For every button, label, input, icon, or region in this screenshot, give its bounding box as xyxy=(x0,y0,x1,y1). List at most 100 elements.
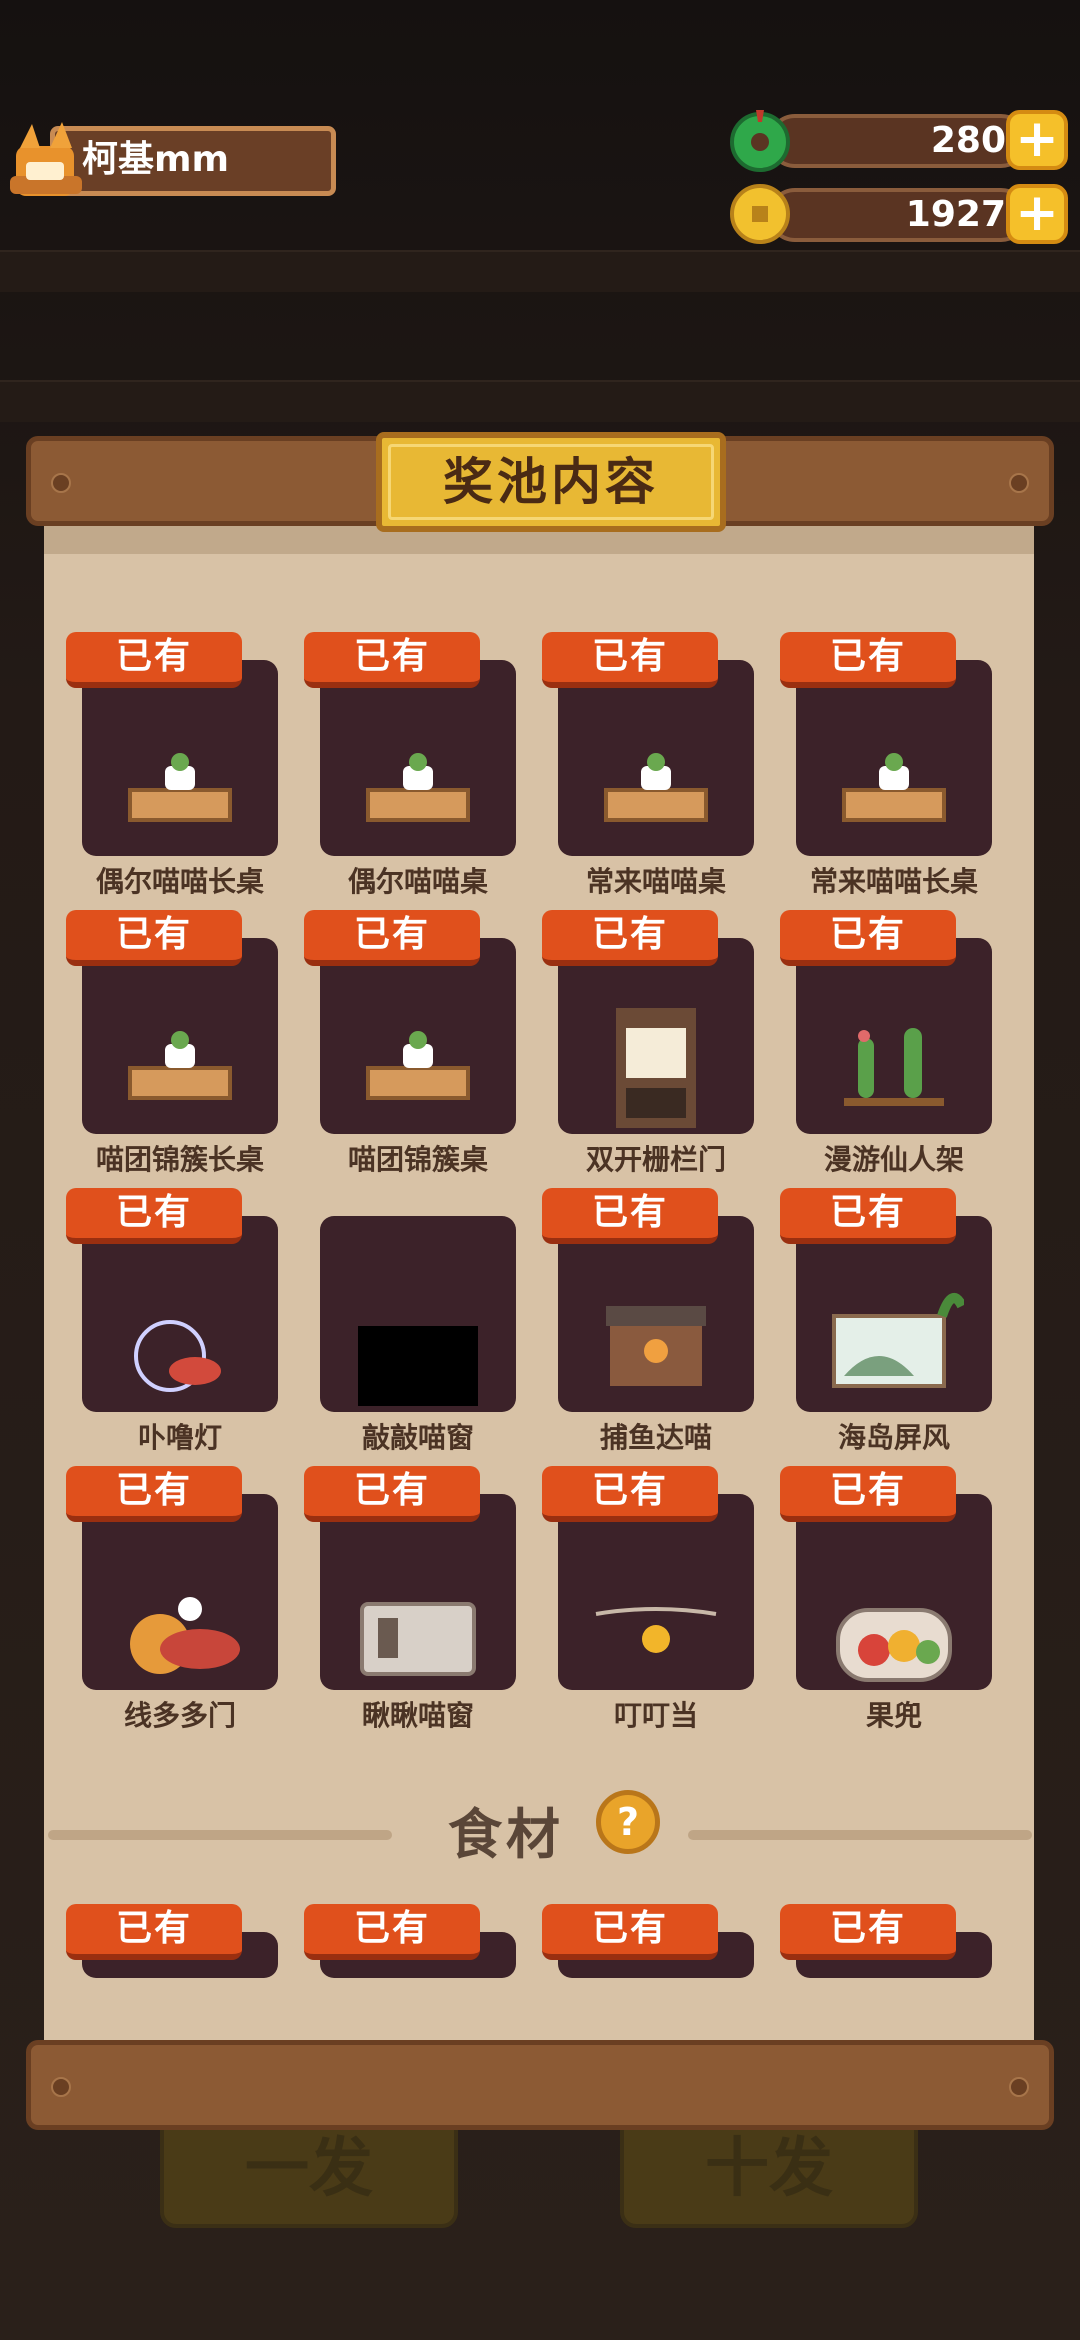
door-icon xyxy=(616,1008,696,1128)
screen-icon xyxy=(832,1293,964,1388)
coin-amount: 1927 xyxy=(905,194,1006,235)
table-icon xyxy=(366,1031,470,1100)
divider-right xyxy=(688,1830,1032,1840)
item-label: 漫游仙人架 xyxy=(823,1143,964,1176)
prize-item[interactable]: 已有喵团锦簇长桌 xyxy=(66,910,278,1176)
item-label: 常来喵喵桌 xyxy=(585,865,726,898)
owned-tag: 已有 xyxy=(304,910,480,966)
item-label: 海岛屏风 xyxy=(837,1421,950,1454)
item-frame xyxy=(558,1216,754,1412)
table-icon xyxy=(366,753,470,822)
item-label: 卟噜灯 xyxy=(137,1421,222,1454)
jade-currency: 280 + xyxy=(728,108,1068,172)
owned-tag: 已有 xyxy=(66,1466,242,1522)
ingredient-item[interactable]: 已有 xyxy=(304,1904,516,1978)
owned-tag: 已有 xyxy=(780,1466,956,1522)
cactus-shelf-icon xyxy=(844,1028,944,1106)
prize-item[interactable]: 已有喵团锦簇桌 xyxy=(304,910,516,1176)
ingredient-item[interactable]: 已有 xyxy=(542,1904,754,1978)
item-label: 瞅瞅喵窗 xyxy=(361,1699,474,1732)
item-label: 常来喵喵长桌 xyxy=(809,865,978,898)
owned-tag: 已有 xyxy=(780,910,956,966)
item-frame xyxy=(82,1494,278,1690)
section-title: 食材 xyxy=(448,1803,564,1866)
item-frame xyxy=(558,660,754,856)
item-frame xyxy=(82,1216,278,1412)
background-shelf xyxy=(0,250,1080,292)
item-frame xyxy=(558,938,754,1134)
prize-item[interactable]: 已有线多多门 xyxy=(66,1466,278,1732)
item-label: 叮叮当 xyxy=(613,1699,698,1732)
prize-item[interactable]: 已有瞅瞅喵窗 xyxy=(304,1466,516,1732)
owned-tag: 已有 xyxy=(780,632,956,688)
add-coin-button[interactable]: + xyxy=(1006,184,1068,244)
prize-item[interactable]: 已有漫游仙人架 xyxy=(780,910,992,1176)
prize-item[interactable]: 已有偶尔喵喵桌 xyxy=(304,632,516,898)
owned-tag: 已有 xyxy=(780,1188,956,1244)
prize-item[interactable]: 已有果兜 xyxy=(780,1466,992,1732)
owned-tag: 已有 xyxy=(542,1188,718,1244)
avatar-icon xyxy=(10,122,82,196)
modal-title: 奖池内容 xyxy=(443,453,659,511)
player-profile[interactable]: 柯基mm xyxy=(10,118,336,200)
item-frame xyxy=(796,938,992,1134)
owned-tag: 已有 xyxy=(542,1466,718,1522)
prize-item[interactable]: 已有叮叮当 xyxy=(542,1466,754,1732)
owned-tag: 已有 xyxy=(66,1188,242,1244)
item-frame xyxy=(320,938,516,1134)
prize-item[interactable]: 敲敲喵窗 xyxy=(320,1188,516,1454)
table-icon xyxy=(842,753,946,822)
table-icon xyxy=(128,1031,232,1100)
table-icon xyxy=(128,753,232,822)
prize-item[interactable]: 已有 偶尔喵喵长桌 xyxy=(66,632,278,898)
background-shelf xyxy=(0,380,1080,422)
owned-tag: 已有 xyxy=(542,910,718,966)
item-label: 敲敲喵窗 xyxy=(361,1421,474,1454)
fruit-icon xyxy=(836,1608,952,1682)
item-label: 双开栅栏门 xyxy=(585,1143,726,1176)
ingredient-item[interactable]: 已有 xyxy=(66,1904,278,1978)
prize-item[interactable]: 已有常来喵喵长桌 xyxy=(780,632,992,898)
locked-icon xyxy=(358,1326,478,1406)
add-jade-button[interactable]: + xyxy=(1006,110,1068,170)
ingredient-item[interactable]: 已有 xyxy=(780,1904,992,1978)
divider-left xyxy=(48,1830,392,1840)
item-frame xyxy=(320,1216,516,1412)
window-icon xyxy=(360,1602,476,1676)
yarn-icon xyxy=(130,1597,240,1674)
item-frame xyxy=(320,1494,516,1690)
jade-icon xyxy=(730,110,790,172)
help-icon[interactable]: ? xyxy=(596,1790,660,1854)
prize-item[interactable]: 已有 捕鱼达喵 xyxy=(542,1188,754,1454)
lamp-icon xyxy=(134,1320,221,1392)
item-frame xyxy=(796,660,992,856)
prize-item[interactable]: 已有海岛屏风 xyxy=(780,1188,992,1454)
player-name: 柯基mm xyxy=(82,139,230,180)
bell-icon xyxy=(595,1607,717,1653)
item-label: 线多多门 xyxy=(123,1699,236,1732)
scroll-bottom-rod xyxy=(26,2040,1054,2130)
prize-item[interactable]: 已有卟噜灯 xyxy=(66,1188,278,1454)
item-label: 喵团锦簇长桌 xyxy=(95,1143,264,1176)
item-label: 偶尔喵喵桌 xyxy=(347,865,488,898)
owned-tag: 已有 xyxy=(304,1466,480,1522)
prize-item[interactable]: 已有双开栅栏门 xyxy=(542,910,754,1176)
item-frame xyxy=(796,1494,992,1690)
coin-currency: 1927 + xyxy=(728,182,1068,246)
stall-icon xyxy=(606,1306,706,1386)
owned-tag: 已有 xyxy=(66,910,242,966)
owned-tag: 已有 xyxy=(780,1904,956,1960)
owned-tag: 已有 xyxy=(66,632,242,688)
owned-tag: 已有 xyxy=(304,632,480,688)
coin-icon xyxy=(730,184,790,244)
item-label: 喵团锦簇桌 xyxy=(347,1143,488,1176)
prize-item[interactable]: 已有 常来喵喵桌 xyxy=(542,632,754,898)
owned-tag: 已有 xyxy=(542,1904,718,1960)
item-frame xyxy=(320,660,516,856)
item-frame xyxy=(82,660,278,856)
owned-tag: 已有 xyxy=(66,1904,242,1960)
owned-tag: 已有 xyxy=(304,1904,480,1960)
item-frame xyxy=(558,1494,754,1690)
item-label: 果兜 xyxy=(865,1699,922,1732)
table-icon xyxy=(604,753,708,822)
